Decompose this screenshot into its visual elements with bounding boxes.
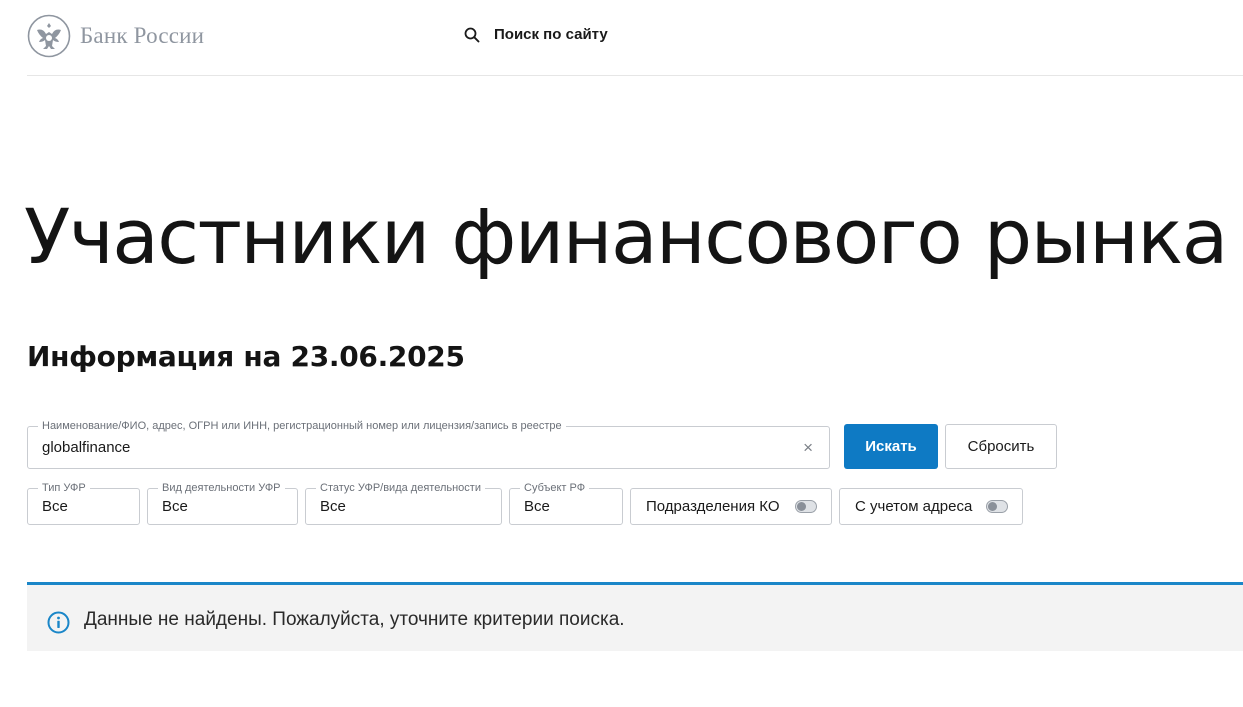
toggle-label: Подразделения КО	[646, 498, 780, 515]
info-icon	[47, 611, 70, 634]
search-icon	[464, 27, 480, 42]
filter-ufr-status[interactable]: Статус УФР/вида деятельности Все	[305, 481, 502, 525]
double-eagle-emblem-icon	[27, 14, 71, 58]
filter-value: Все	[42, 498, 68, 515]
reset-button[interactable]: Сбросить	[945, 424, 1057, 469]
registry-search-input[interactable]: Наименование/ФИО, адрес, ОГРН или ИНН, р…	[27, 419, 830, 469]
filter-legend: Субъект РФ	[520, 481, 590, 495]
logo-text: Банк России	[80, 23, 205, 48]
clear-icon[interactable]: ×	[803, 439, 813, 456]
filter-value: Все	[524, 498, 550, 515]
toggle-switch[interactable]	[986, 500, 1008, 513]
site-search-link[interactable]: Поиск по сайту	[464, 26, 608, 43]
search-input-value: globalfinance	[42, 439, 131, 456]
filter-legend: Статус УФР/вида деятельности	[316, 481, 485, 495]
filter-value: Все	[162, 498, 188, 515]
filter-legend: Вид деятельности УФР	[158, 481, 285, 495]
site-header: Банк России Поиск по сайту	[27, 0, 1243, 76]
toggle-ko-branches[interactable]: Подразделения КО	[630, 488, 832, 525]
filter-region[interactable]: Субъект РФ Все	[509, 481, 623, 525]
filter-ufr-activity[interactable]: Вид деятельности УФР Все	[147, 481, 298, 525]
alert-message: Данные не найдены. Пожалуйста, уточните …	[84, 609, 625, 630]
page-title: Участники финансового рынка	[24, 192, 1228, 281]
filter-value: Все	[320, 498, 346, 515]
toggle-label: С учетом адреса	[855, 498, 973, 515]
filter-legend: Тип УФР	[38, 481, 90, 495]
info-date-subtitle: Информация на 23.06.2025	[27, 340, 465, 373]
search-input-legend: Наименование/ФИО, адрес, ОГРН или ИНН, р…	[38, 419, 566, 433]
site-search-label: Поиск по сайту	[494, 26, 608, 43]
toggle-with-address[interactable]: С учетом адреса	[839, 488, 1023, 525]
no-results-alert: Данные не найдены. Пожалуйста, уточните …	[27, 582, 1243, 651]
bank-logo[interactable]: Банк России	[27, 14, 204, 58]
toggle-switch[interactable]	[795, 500, 817, 513]
filter-ufr-type[interactable]: Тип УФР Все	[27, 481, 140, 525]
search-button[interactable]: Искать	[844, 424, 938, 469]
